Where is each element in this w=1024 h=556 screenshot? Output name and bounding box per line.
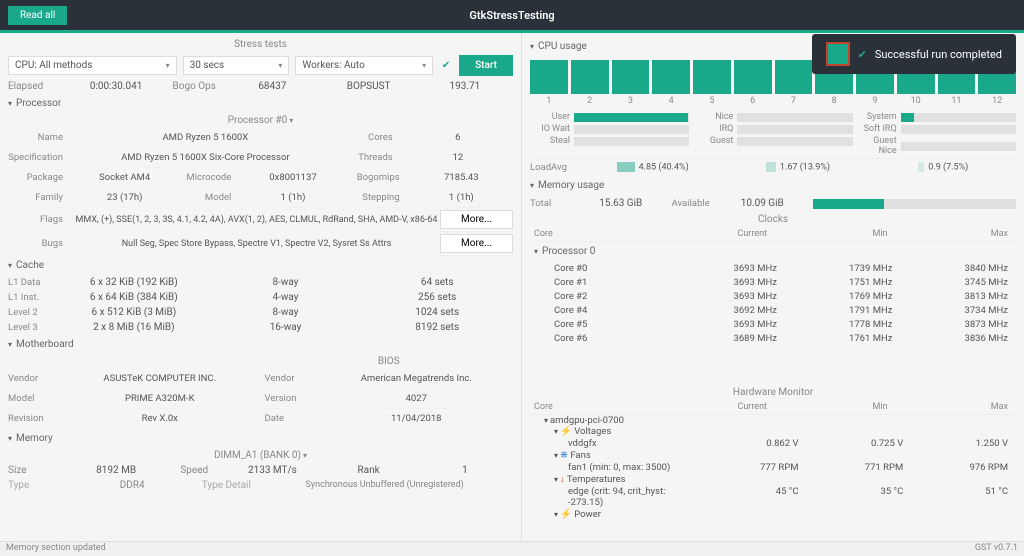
stress-tests-title: Stress tests [8, 37, 513, 52]
check-icon: ✔ [439, 60, 453, 71]
table-row: vddgfx0.862 V0.725 V1.250 V [554, 437, 1016, 450]
hwmon-device-toggle[interactable]: amdgpu-pci-0700 [530, 415, 1016, 426]
table-row: Core #53693 MHz1778 MHz3873 MHz [530, 317, 1016, 331]
dimm-picker[interactable]: DIMM_A1 (BANK 0) [8, 448, 513, 463]
motherboard-section-toggle[interactable]: Motherboard [8, 335, 513, 354]
app-icon [826, 42, 850, 66]
duration-dropdown[interactable]: 30 secs [183, 56, 290, 75]
table-row: Core #63689 MHz1761 MHz3836 MHz [530, 331, 1016, 345]
status-right: GST v0.7.1 [975, 543, 1018, 555]
cpu-core-bar: 3 [612, 60, 650, 94]
hwmon-fans-toggle[interactable]: ❋ Fans [554, 450, 1016, 461]
clocks-proc-toggle[interactable]: Processor 0 [530, 242, 1016, 261]
cpu-core-bar: 2 [571, 60, 609, 94]
app-title: GtkStressTesting [469, 9, 554, 22]
memory-section-toggle[interactable]: Memory [8, 429, 513, 448]
cache-section-toggle[interactable]: Cache [8, 256, 513, 275]
table-row: L1 Data6 x 32 KiB (192 KiB)8-way64 sets [8, 275, 513, 290]
table-row: Core #43692 MHz1791 MHz3734 MHz [530, 303, 1016, 317]
flags-more-button[interactable]: More... [440, 210, 513, 229]
notification-text: Successful run completed [875, 48, 1002, 61]
table-row: fan1 (min: 0, max: 3500)777 RPM771 RPM97… [554, 461, 1016, 474]
table-row: Core #03693 MHz1739 MHz3840 MHz [530, 261, 1016, 275]
table-row: Level 26 x 512 KiB (3 MiB)8-way1024 sets [8, 305, 513, 320]
cpu-core-bar: 1 [530, 60, 568, 94]
titlebar: Read all GtkStressTesting [0, 0, 1024, 30]
memory-usage-section-toggle[interactable]: Memory usage [530, 176, 1016, 195]
check-icon: ✔ [858, 48, 867, 61]
memory-usage-bar [813, 199, 1016, 209]
table-row: L1 Inst.6 x 64 KiB (384 KiB)4-way256 set… [8, 290, 513, 305]
workers-dropdown[interactable]: Workers: Auto [295, 56, 433, 75]
hwmon-temps-toggle[interactable]: ↓ Temperatures [554, 474, 1016, 485]
table-row: edge (crit: 94, crit_hyst: -273.15)45 °C… [554, 485, 1016, 509]
status-left: Memory section updated [6, 543, 106, 555]
bugs-more-button[interactable]: More... [440, 234, 513, 253]
cpu-core-bar: 7 [775, 60, 813, 94]
table-row: Core #23693 MHz1769 MHz3813 MHz [530, 289, 1016, 303]
statusbar: Memory section updated GST v0.7.1 [0, 541, 1024, 556]
read-all-button[interactable]: Read all [8, 6, 67, 25]
cpu-method-dropdown[interactable]: CPU: All methods [8, 56, 177, 75]
table-row: Level 32 x 8 MiB (16 MiB)16-way8192 sets [8, 320, 513, 335]
processor-section-toggle[interactable]: Processor [8, 94, 513, 113]
hwmon-voltages-toggle[interactable]: ⚡ Voltages [554, 426, 1016, 437]
hwmon-power-toggle[interactable]: ⚡ Power [554, 509, 1016, 520]
table-row: Core #13693 MHz1751 MHz3745 MHz [530, 275, 1016, 289]
start-button[interactable]: Start [459, 55, 513, 76]
cpu-core-bar: 4 [652, 60, 690, 94]
cpu-core-bar: 5 [693, 60, 731, 94]
processor-picker[interactable]: Processor #0 [8, 113, 513, 128]
notification-toast: ✔ Successful run completed [812, 34, 1016, 74]
cpu-core-bar: 6 [734, 60, 772, 94]
